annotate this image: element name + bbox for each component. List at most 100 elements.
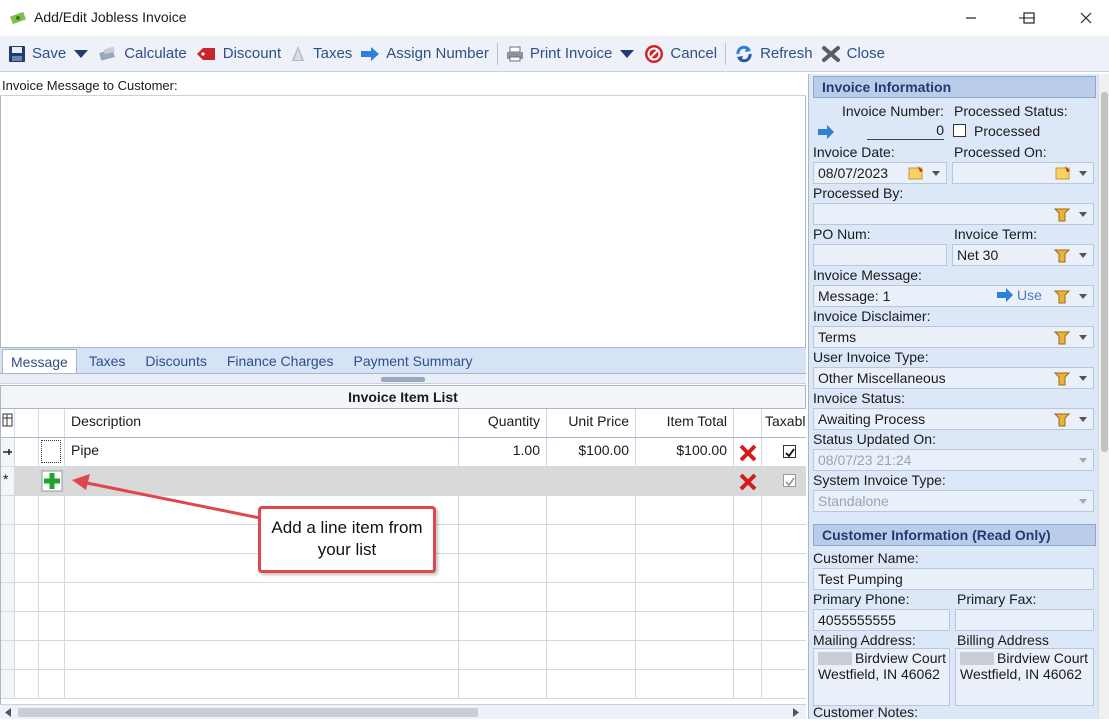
refresh-button[interactable]: Refresh — [730, 40, 817, 68]
invoice-number-value[interactable]: 0 — [867, 122, 944, 140]
minimize-button[interactable] — [948, 0, 994, 36]
row-item-total[interactable]: $100.00 — [636, 438, 734, 466]
picker-icon[interactable] — [1053, 247, 1071, 265]
scroll-right-icon[interactable] — [792, 708, 800, 717]
chevron-down-icon[interactable] — [1079, 171, 1087, 176]
picker-icon[interactable] — [1053, 288, 1071, 306]
header-icon-col — [15, 409, 39, 437]
status-updated-label: Status Updated On: — [813, 431, 936, 447]
header-quantity[interactable]: Quantity — [459, 409, 547, 437]
close-window-button[interactable] — [1063, 0, 1109, 36]
splitter-grip[interactable] — [381, 377, 425, 382]
assign-number-button[interactable]: Assign Number — [356, 40, 493, 68]
processed-on-field[interactable] — [952, 162, 1094, 184]
row-unit-price[interactable]: $100.00 — [547, 438, 636, 466]
scroll-thumb[interactable] — [1101, 92, 1108, 452]
empty-cell — [459, 496, 547, 524]
header-description[interactable]: Description — [65, 409, 459, 437]
save-button[interactable]: Save — [4, 40, 70, 68]
chevron-down-icon[interactable] — [1079, 376, 1087, 381]
invoice-term-field[interactable]: Net 30 — [952, 244, 1094, 266]
cancel-button[interactable]: Cancel — [640, 40, 721, 68]
column-chooser-icon[interactable] — [1, 409, 15, 437]
po-num-field[interactable] — [813, 244, 947, 266]
invoice-info-panel: Invoice Information Invoice Number: Proc… — [808, 74, 1098, 720]
picker-icon[interactable] — [1053, 370, 1071, 388]
invoice-term-value: Net 30 — [957, 247, 999, 263]
save-dropdown-icon[interactable] — [74, 49, 89, 58]
empty-cell — [636, 554, 734, 582]
chevron-down-icon[interactable] — [1079, 253, 1087, 258]
print-invoice-button[interactable]: Print Invoice — [502, 40, 617, 68]
scroll-thumb[interactable] — [18, 708, 478, 717]
picker-icon[interactable] — [1053, 411, 1071, 429]
row-description[interactable]: Pipe — [65, 438, 459, 466]
header-taxable[interactable]: Taxabl — [762, 409, 806, 437]
invoice-message-field[interactable]: Message: 1 Use — [813, 285, 1094, 307]
calendar-icon[interactable] — [908, 165, 924, 181]
title-bar: Add/Edit Jobless Invoice — — [0, 0, 1109, 36]
chevron-down-icon[interactable] — [1079, 417, 1087, 422]
empty-row — [1, 641, 806, 670]
primary-phone-field: 4055555555 — [813, 609, 950, 631]
invoice-disclaimer-field[interactable]: Terms — [813, 326, 1094, 348]
calculate-button[interactable]: Calculate — [94, 40, 191, 68]
empty-cell — [734, 612, 762, 640]
cancel-icon — [645, 44, 664, 63]
use-label: Use — [1017, 287, 1042, 303]
use-message-button[interactable]: Use — [996, 287, 1042, 303]
empty-cell — [1, 641, 15, 669]
table-row[interactable]: Pipe 1.00 $100.00 $100.00 — [1, 438, 806, 467]
delete-new-row-button[interactable] — [734, 467, 762, 495]
chevron-down-icon[interactable] — [932, 171, 940, 176]
invoice-status-field[interactable]: Awaiting Process — [813, 408, 1094, 430]
picker-icon[interactable] — [1053, 206, 1071, 224]
assign-arrow-icon[interactable] — [817, 124, 835, 140]
new-row-marker: * — [1, 467, 15, 495]
horizontal-scrollbar[interactable] — [0, 704, 806, 719]
tab-message[interactable]: Message — [2, 349, 77, 373]
tab-taxes[interactable]: Taxes — [81, 349, 134, 373]
close-button[interactable]: Close — [817, 40, 889, 68]
tab-discounts[interactable]: Discounts — [137, 349, 214, 373]
invoice-message-textarea[interactable] — [0, 74, 806, 348]
chevron-down-icon[interactable] — [1079, 212, 1087, 217]
empty-cell — [636, 612, 734, 640]
calculate-icon — [99, 46, 115, 61]
tab-payment-summary[interactable]: Payment Summary — [345, 349, 480, 373]
print-dropdown-icon[interactable] — [620, 49, 635, 58]
primary-fax-field — [955, 609, 1094, 631]
taxable-checkbox[interactable] — [783, 474, 796, 487]
chevron-down-icon[interactable] — [1079, 335, 1087, 340]
taxable-checkbox[interactable] — [783, 445, 796, 458]
calendar-icon[interactable] — [1055, 165, 1071, 181]
empty-cell — [65, 612, 459, 640]
chevron-down-icon[interactable] — [1079, 294, 1087, 299]
empty-cell — [636, 641, 734, 669]
picker-icon[interactable] — [1053, 329, 1071, 347]
processed-checkbox[interactable] — [953, 124, 966, 137]
new-row-item-total[interactable] — [636, 467, 734, 495]
row-add-cell[interactable] — [39, 438, 65, 466]
row-taxable-cell[interactable] — [762, 438, 806, 466]
empty-cell — [459, 670, 547, 698]
tab-finance-charges[interactable]: Finance Charges — [219, 349, 342, 373]
row-quantity[interactable]: 1.00 — [459, 438, 547, 466]
discount-button[interactable]: Discount — [191, 40, 285, 68]
delete-row-button[interactable] — [734, 438, 762, 466]
scroll-left-icon[interactable] — [4, 708, 12, 717]
vertical-scrollbar[interactable] — [1098, 74, 1109, 719]
invoice-message-value: Message: 1 — [818, 288, 891, 304]
new-row-taxable-cell[interactable] — [762, 467, 806, 495]
header-item-total[interactable]: Item Total — [636, 409, 734, 437]
empty-row — [1, 612, 806, 641]
splitter[interactable] — [0, 374, 806, 384]
processed-by-field[interactable] — [813, 203, 1094, 225]
new-row-quantity[interactable] — [459, 467, 547, 495]
maximize-button[interactable] — [1006, 0, 1052, 36]
invoice-date-field[interactable]: 08/07/2023 — [813, 162, 947, 184]
header-unit-price[interactable]: Unit Price — [547, 409, 636, 437]
user-invoice-type-field[interactable]: Other Miscellaneous — [813, 367, 1094, 389]
taxes-button[interactable]: Taxes — [285, 40, 356, 68]
new-row-unit-price[interactable] — [547, 467, 636, 495]
